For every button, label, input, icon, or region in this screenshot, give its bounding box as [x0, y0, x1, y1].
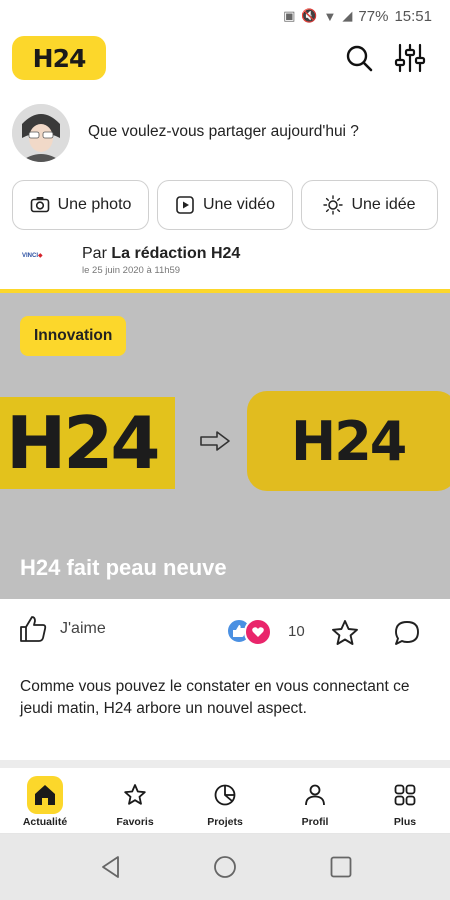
author-name: La rédaction H24 — [111, 245, 241, 262]
old-logo: H24 — [0, 397, 175, 489]
pie-chart-icon — [207, 776, 243, 814]
star-icon — [117, 776, 153, 814]
source-logo: VINCI◆ — [22, 253, 43, 259]
share-idea-label: Une idée — [351, 196, 416, 213]
bottom-navigation: Actualité Favoris Projets Profil Plus — [0, 768, 450, 834]
nav-label-plus: Plus — [393, 816, 417, 828]
post-date: le 25 juin 2020 à 11h59 — [82, 265, 181, 276]
arrow-right-icon — [200, 431, 230, 451]
reaction-count: 10 — [288, 623, 305, 640]
category-tag[interactable]: Innovation — [20, 316, 127, 356]
post-actions: J'aime 10 — [0, 606, 450, 658]
nav-favoris[interactable]: Favoris — [90, 768, 180, 834]
share-photo-label: Une photo — [57, 196, 132, 213]
new-logo: H24 — [247, 391, 450, 491]
author-prefix: Par — [82, 245, 107, 262]
nav-label-favoris: Favoris — [116, 816, 154, 828]
camera-icon — [30, 197, 49, 213]
nav-profil[interactable]: Profil — [270, 768, 360, 834]
recents-icon[interactable] — [328, 854, 354, 880]
lightbulb-icon — [323, 195, 344, 215]
system-navigation-bar — [0, 834, 450, 900]
post-author[interactable]: Par La rédaction H24 — [82, 245, 240, 263]
battery-level: 77% — [358, 7, 389, 25]
video-icon — [176, 196, 194, 214]
star-icon[interactable] — [330, 618, 360, 648]
home-icon — [27, 776, 63, 814]
heart-reaction-icon — [244, 618, 272, 646]
clock: 15:51 — [394, 7, 432, 25]
home-system-icon[interactable] — [212, 854, 238, 880]
nav-label-profil: Profil — [301, 816, 329, 828]
article-title[interactable]: H24 fait peau neuve — [20, 555, 227, 581]
grid-icon — [387, 776, 423, 814]
like-label: J'aime — [60, 620, 106, 637]
avatar[interactable] — [12, 104, 70, 162]
nav-actualite[interactable]: Actualité — [0, 768, 90, 834]
share-photo-button[interactable]: Une photo — [12, 180, 149, 230]
search-icon[interactable] — [343, 42, 375, 74]
nav-label-projets: Projets — [207, 816, 243, 828]
thumbs-up-icon — [20, 616, 47, 642]
nav-projets[interactable]: Projets — [180, 768, 270, 834]
person-icon — [297, 776, 333, 814]
wifi-icon: ▼ — [323, 8, 337, 24]
share-idea-button[interactable]: Une idée — [301, 180, 438, 230]
like-button[interactable]: J'aime — [18, 614, 106, 644]
share-video-button[interactable]: Une vidéo — [157, 180, 293, 230]
article-excerpt[interactable]: Comme vous pouvez le constater en vous c… — [20, 676, 430, 719]
post-composer[interactable]: Que voulez-vous partager aujourd'hui ? — [0, 104, 450, 164]
back-icon[interactable] — [98, 854, 124, 880]
filter-sliders-icon[interactable] — [394, 42, 426, 74]
comment-icon[interactable] — [392, 618, 422, 648]
app-logo[interactable]: H24 — [12, 36, 106, 80]
signal-icon: ◢ — [342, 8, 353, 23]
app-header: H24 — [0, 36, 450, 84]
mute-icon: 🔇 — [301, 8, 318, 23]
composer-prompt[interactable]: Que voulez-vous partager aujourd'hui ? — [88, 123, 359, 141]
share-options: Une photo Une vidéo Une idée — [12, 180, 438, 230]
section-divider — [0, 760, 450, 768]
status-bar: ▣ 🔇 ▼ ◢ 77% 15:51 — [0, 0, 450, 32]
reaction-summary[interactable] — [226, 618, 278, 646]
nfc-icon: ▣ — [283, 8, 296, 23]
post-header: VINCI◆ Par La rédaction H24 le 25 juin 2… — [0, 242, 450, 290]
article-hero-image[interactable]: Innovation H24 H24 H24 fait peau neuve — [0, 289, 450, 599]
nav-plus[interactable]: Plus — [360, 768, 450, 834]
nav-label-actualite: Actualité — [22, 816, 68, 828]
share-video-label: Une vidéo — [202, 196, 276, 213]
